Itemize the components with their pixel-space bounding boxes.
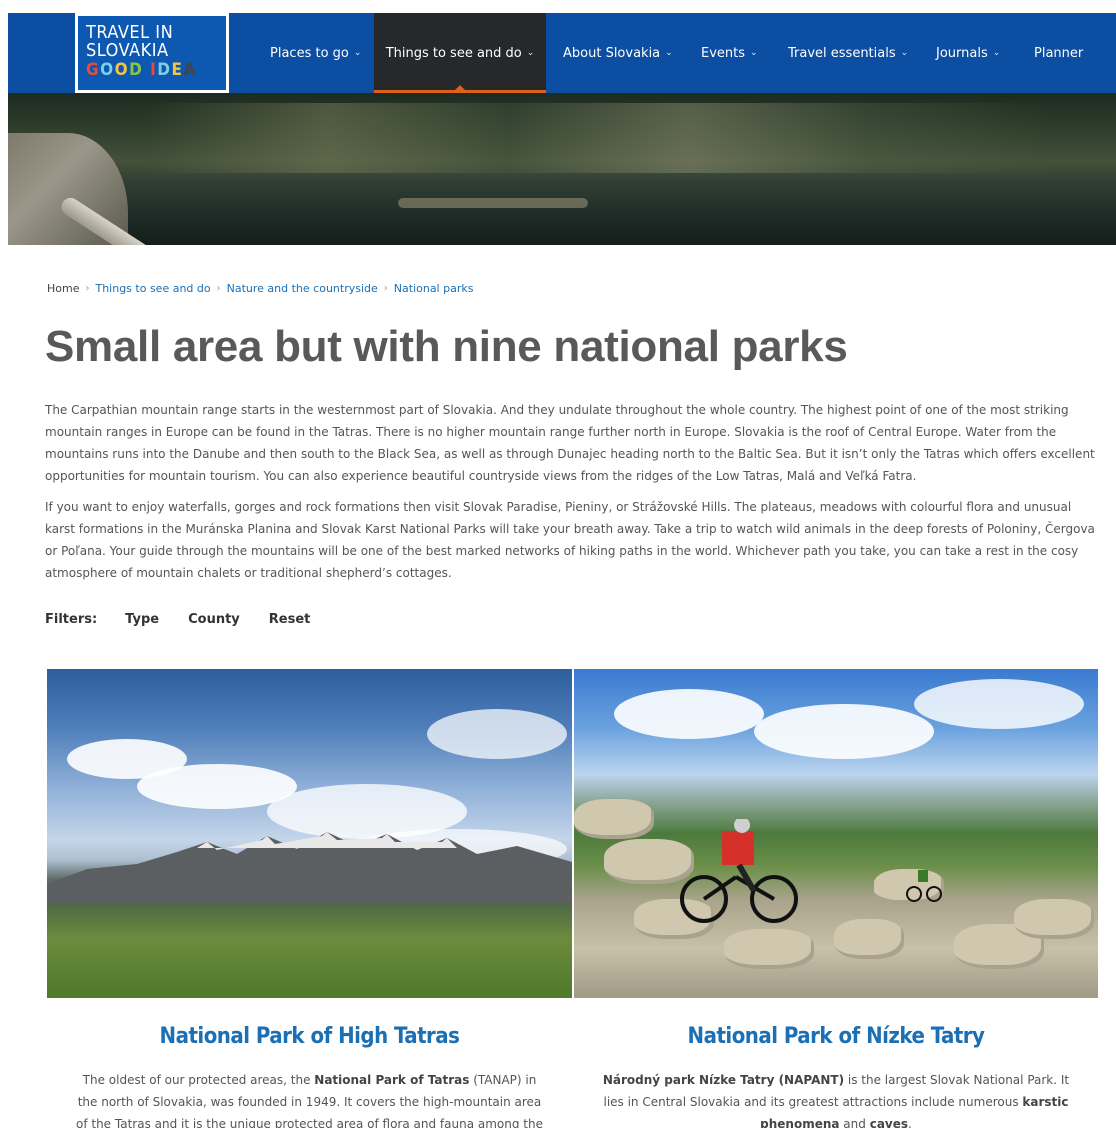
chevron-right-icon: › [85, 283, 90, 294]
breadcrumb-things-to-see[interactable]: Things to see and do [95, 282, 210, 295]
hero-lake-image [8, 93, 1116, 245]
nav-things-to-see-and-do[interactable]: Things to see and do ⌄ [374, 13, 546, 93]
chevron-right-icon: › [383, 283, 388, 294]
nav-label: About Slovakia [563, 45, 661, 61]
breadcrumb-home[interactable]: Home [47, 282, 79, 295]
nav-label: Things to see and do [385, 45, 522, 61]
logo-line-2: SLOVAKIA [86, 40, 169, 61]
high-tatras-image[interactable] [47, 669, 572, 998]
breadcrumb: Home › Things to see and do › Nature and… [47, 282, 473, 295]
nav-about-slovakia[interactable]: About Slovakia ⌄ [563, 13, 673, 93]
filter-reset-button[interactable]: Reset [269, 612, 311, 627]
nav-label: Journals [936, 45, 988, 61]
intro-paragraph-1: The Carpathian mountain range starts in … [45, 403, 1095, 483]
card-title-nizke-tatry[interactable]: National Park of Nízke Tatry [574, 1024, 1098, 1049]
nav-travel-essentials[interactable]: Travel essentials ⌄ [788, 13, 908, 93]
nav-journals[interactable]: Journals ⌄ [936, 13, 1000, 93]
mountain-biker [680, 819, 798, 923]
page-title: Small area but with nine national parks [45, 322, 848, 371]
nav-planner[interactable]: Planner [1034, 13, 1083, 93]
mountain-ridge [47, 832, 572, 904]
nav-events[interactable]: Events ⌄ [701, 13, 758, 93]
second-biker [906, 870, 942, 902]
filter-county-button[interactable]: County [188, 612, 240, 627]
card-description-nizke-tatry: Národný park Nízke Tatry (NAPANT) is the… [602, 1073, 1070, 1128]
card-description-high-tatras: The oldest of our protected areas, the N… [75, 1073, 543, 1128]
chevron-down-icon: ⌄ [900, 48, 909, 58]
chevron-down-icon: ⌄ [665, 48, 673, 58]
nav-places-to-go[interactable]: Places to go ⌄ [270, 13, 361, 93]
nav-label: Planner [1034, 45, 1084, 61]
card-title-high-tatras[interactable]: National Park of High Tatras [47, 1024, 572, 1049]
chevron-down-icon: ⌄ [526, 48, 535, 58]
logo-line-3: GOOD IDEA [86, 60, 197, 80]
chevron-down-icon: ⌄ [750, 48, 758, 58]
breadcrumb-national-parks[interactable]: National parks [394, 282, 474, 295]
breadcrumb-nature[interactable]: Nature and the countryside [227, 282, 378, 295]
filters-bar: Filters: Type County Reset [45, 612, 339, 627]
nav-label: Places to go [270, 45, 349, 61]
nav-label: Events [701, 45, 746, 61]
filter-type-button[interactable]: Type [125, 612, 159, 627]
travel-slovakia-logo[interactable]: TRAVEL IN SLOVAKIA GOOD IDEA [75, 13, 229, 93]
intro-paragraph-2: If you want to enjoy waterfalls, gorges … [45, 500, 1095, 580]
nav-label: Travel essentials [788, 45, 896, 61]
filters-label: Filters: [45, 612, 98, 627]
chevron-right-icon: › [216, 283, 221, 294]
top-navbar: TRAVEL IN SLOVAKIA GOOD IDEA Places to g… [8, 13, 1116, 93]
chevron-down-icon: ⌄ [992, 48, 1001, 58]
chevron-down-icon: ⌄ [353, 48, 362, 58]
nizke-tatry-image[interactable] [574, 669, 1098, 998]
